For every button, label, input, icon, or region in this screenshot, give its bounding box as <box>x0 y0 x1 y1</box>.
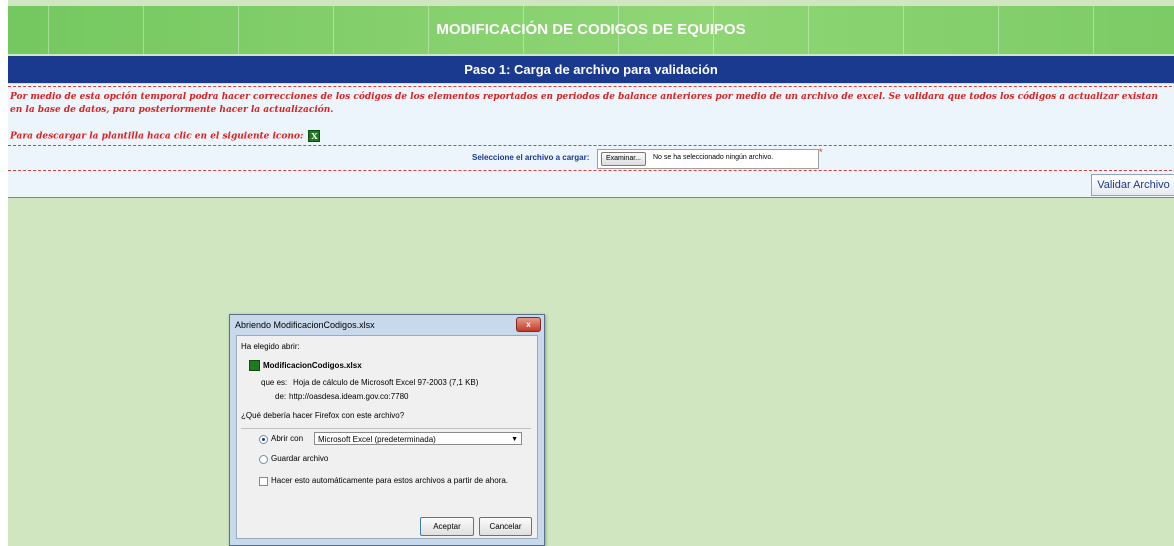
banner-stripe <box>333 6 334 54</box>
browse-button[interactable]: Examinar... <box>601 152 646 166</box>
notice-paragraph: Por medio de esta opción temporal podra … <box>10 92 1158 115</box>
from-label: de: <box>275 392 287 401</box>
banner-stripe <box>238 6 239 54</box>
upload-panel: Por medio de esta opción temporal podra … <box>8 84 1174 198</box>
excel-file-icon <box>249 360 260 371</box>
chosen-label: Ha elegido abrir: <box>241 342 300 351</box>
step-title: Paso 1: Carga de archivo para validación <box>464 62 718 77</box>
banner-title: MODIFICACIÓN DE CODIGOS DE EQUIPOS <box>436 21 746 38</box>
close-icon: x <box>526 320 531 329</box>
auto-action-label: Hacer esto automáticamente para estos ar… <box>271 476 509 485</box>
dialog-question: ¿Qué debería hacer Firefox con este arch… <box>241 411 405 420</box>
dialog-title: Abriendo ModificacionCodigos.xlsx <box>235 320 375 330</box>
file-status: No se ha seleccionado ningún archivo. <box>653 154 774 161</box>
open-file-dialog: Abriendo ModificacionCodigos.xlsx x Ha e… <box>229 314 545 546</box>
notice-box: Por medio de esta opción temporal podra … <box>8 86 1172 146</box>
file-input[interactable]: Examinar... No se ha seleccionado ningún… <box>597 149 819 169</box>
page-left-strip <box>0 0 8 546</box>
banner-stripe <box>998 6 999 54</box>
dialog-body: Ha elegido abrir: ModificacionCodigos.xl… <box>236 335 538 539</box>
type-value: Hoja de cálculo de Microsoft Excel 97-20… <box>293 378 479 387</box>
type-label: que es: <box>261 378 288 387</box>
banner-stripe <box>1093 6 1094 54</box>
dialog-filename: ModificacionCodigos.xlsx <box>263 361 362 370</box>
banner-stripe <box>808 6 809 54</box>
banner-stripe <box>618 6 619 54</box>
application-select-value: Microsoft Excel (predeterminada) <box>318 435 436 444</box>
accept-button[interactable]: Aceptar <box>420 517 474 536</box>
page-banner: MODIFICACIÓN DE CODIGOS DE EQUIPOS <box>8 6 1174 54</box>
save-file-radio[interactable] <box>259 455 268 464</box>
file-upload-row: Seleccione el archivo a cargar: Examinar… <box>8 145 1172 171</box>
upload-label: Seleccione el archivo a cargar: <box>472 153 590 162</box>
chevron-down-icon: ▼ <box>511 436 518 443</box>
download-text: Para descargar la plantilla haca clic en… <box>10 131 304 142</box>
banner-stripe <box>713 6 714 54</box>
open-with-radio[interactable] <box>259 435 268 444</box>
banner-stripe <box>523 6 524 54</box>
excel-download-icon[interactable]: X <box>308 130 321 142</box>
required-mark: * <box>819 147 823 157</box>
left-edge-mark <box>0 402 6 414</box>
download-row: Para descargar la plantilla haca clic en… <box>10 130 321 142</box>
validate-file-button[interactable]: Validar Archivo <box>1091 174 1174 196</box>
auto-action-checkbox[interactable] <box>259 477 268 486</box>
dialog-close-button[interactable]: x <box>516 317 541 332</box>
step-header: Paso 1: Carga de archivo para validación <box>8 56 1174 83</box>
banner-stripe <box>428 6 429 54</box>
save-file-label: Guardar archivo <box>271 454 329 463</box>
application-select[interactable]: Microsoft Excel (predeterminada) ▼ <box>314 432 522 445</box>
cancel-button[interactable]: Cancelar <box>479 517 532 536</box>
open-with-label: Abrir con <box>271 434 304 443</box>
banner-stripe <box>143 6 144 54</box>
from-value: http://oasdesa.ideam.gov.co:7780 <box>289 392 409 401</box>
banner-stripe <box>48 6 49 54</box>
banner-stripe <box>903 6 904 54</box>
